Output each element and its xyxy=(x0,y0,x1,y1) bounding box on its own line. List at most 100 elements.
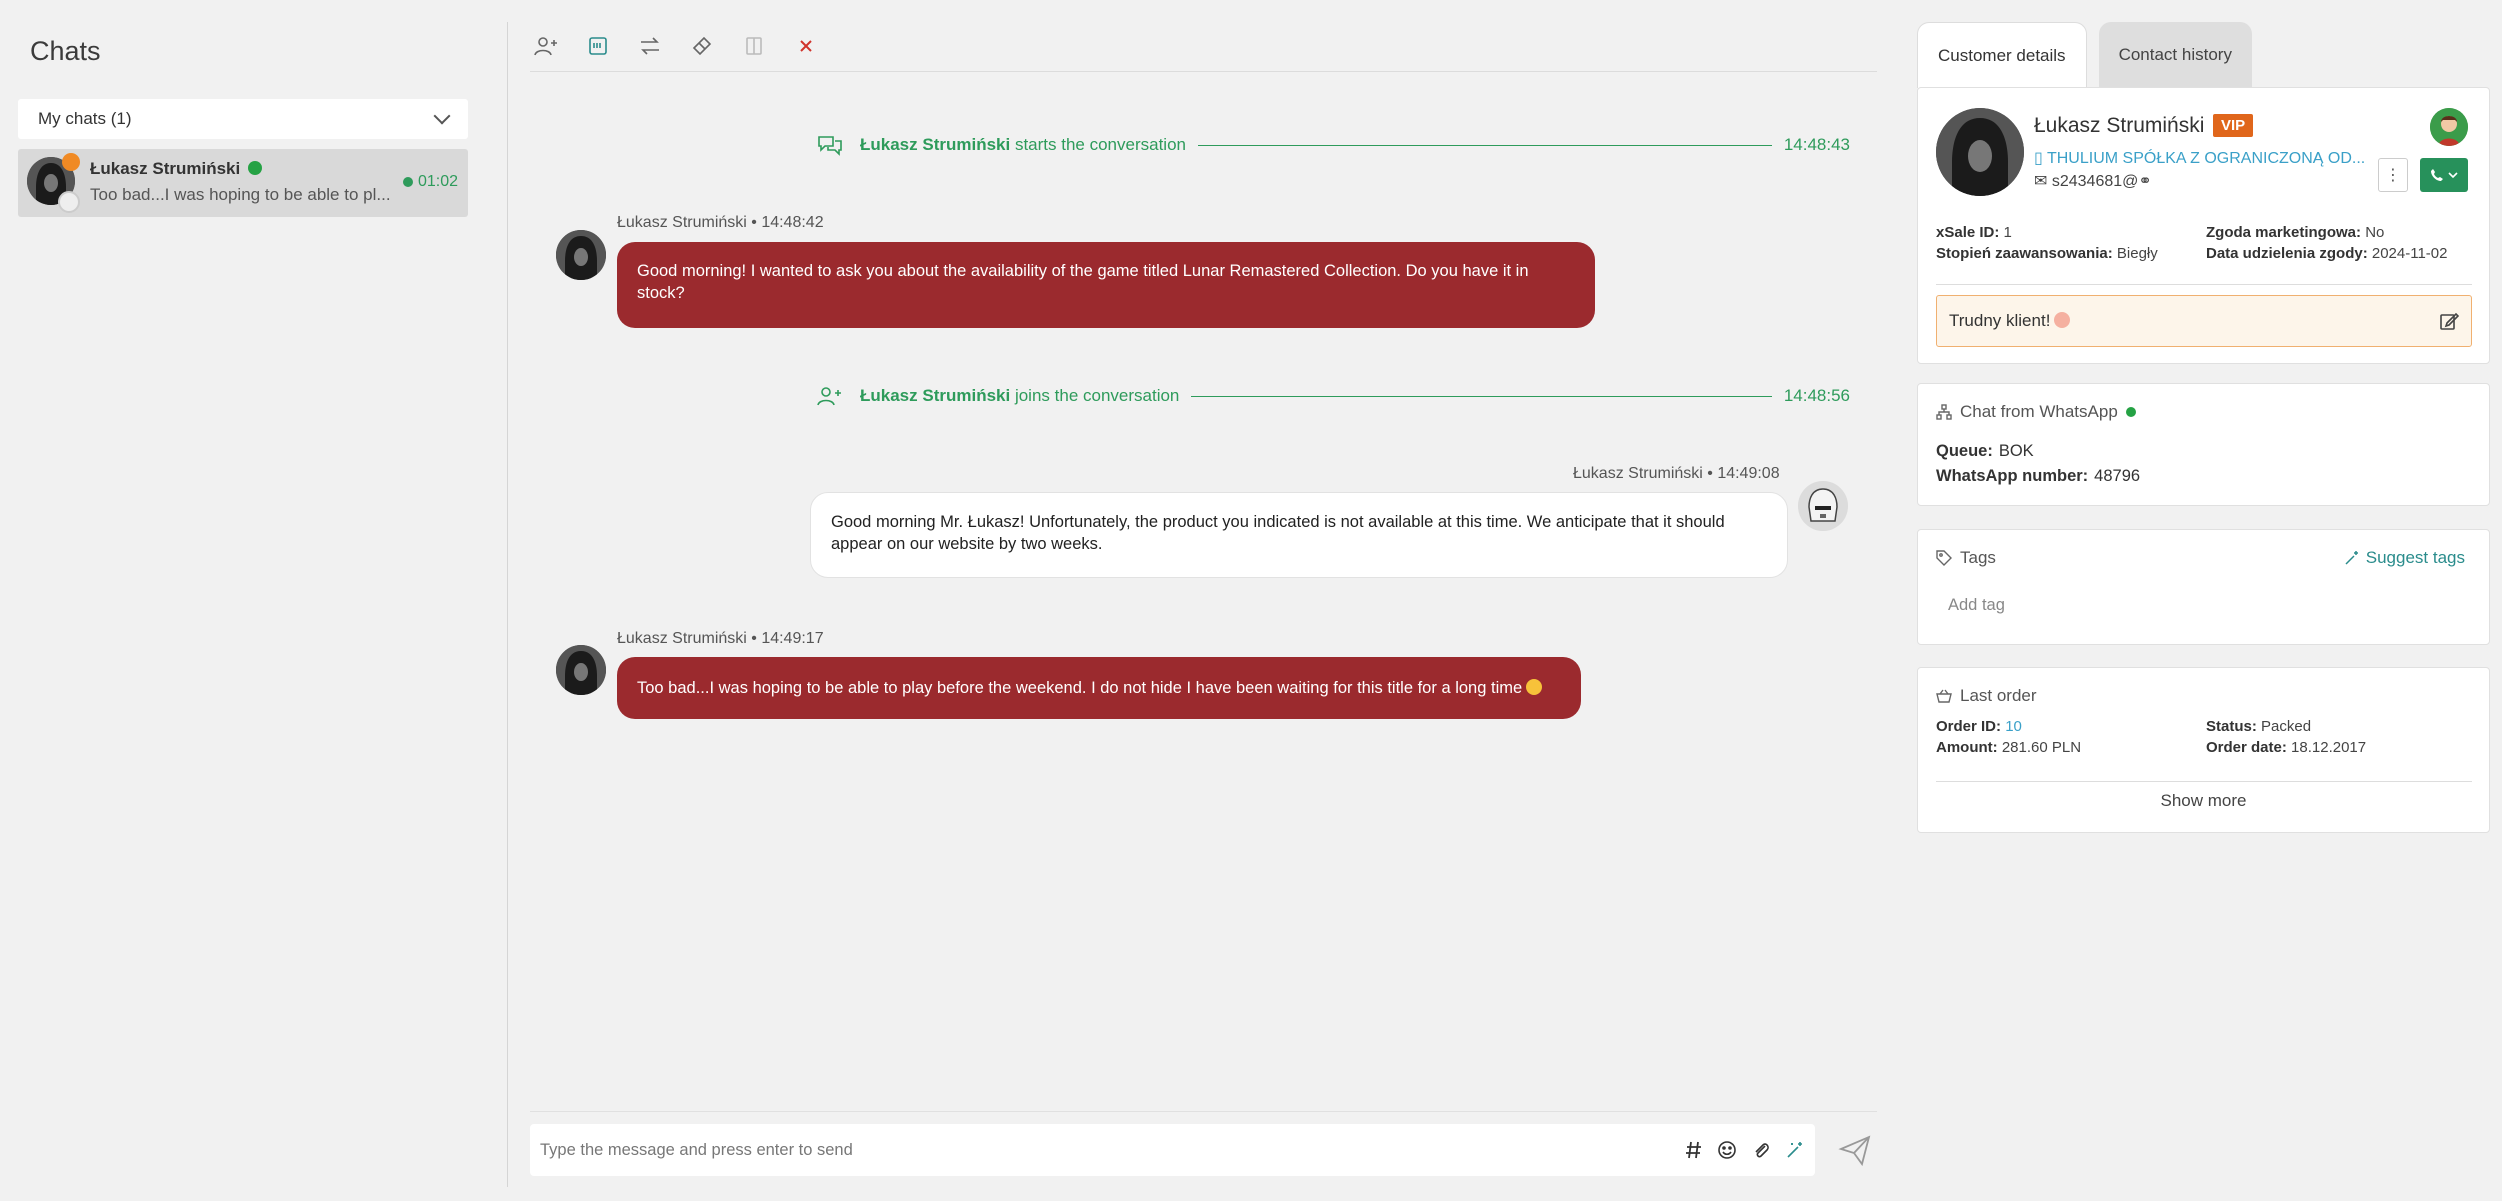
field-value: Packed xyxy=(2261,718,2312,735)
event-name: Łukasz Strumiński xyxy=(860,386,1011,405)
tags-title-text: Tags xyxy=(1960,548,1996,567)
chat-timer-value: 01:02 xyxy=(417,173,458,190)
magic-wand-icon[interactable] xyxy=(1785,1140,1805,1160)
customer-note: Trudny klient! xyxy=(1936,295,2472,347)
online-dot-icon xyxy=(402,177,413,187)
event-start: Łukasz Strumiński starts the conversatio… xyxy=(816,130,1850,160)
send-icon[interactable] xyxy=(1838,1133,1872,1167)
ticket-button[interactable] xyxy=(686,30,718,62)
add-user-button[interactable] xyxy=(530,30,562,62)
toolbar-divider xyxy=(530,71,1877,72)
event-join: Łukasz Strumiński joins the conversation… xyxy=(816,381,1850,411)
chat-name: Łukasz Strumiński xyxy=(90,159,241,178)
tab-customer-details[interactable]: Customer details xyxy=(1917,22,2087,88)
field-label: WhatsApp number: xyxy=(1936,467,2089,485)
suggest-tags-label: Suggest tags xyxy=(2365,548,2465,567)
field-value: 2024-11-02 xyxy=(2371,245,2448,262)
customer-contact: ✉ s2434681@⚭ xyxy=(2034,171,2152,191)
field-label: Order ID: xyxy=(1936,718,2002,735)
message-bubble: Too bad...I was hoping to be able to pla… xyxy=(617,657,1581,719)
order-title: Last order xyxy=(1936,686,2037,706)
chat-timer: 01:02 xyxy=(402,173,458,191)
order-id-link[interactable]: 10 xyxy=(2005,718,2022,735)
avatar xyxy=(556,230,606,280)
suggest-tags-button[interactable]: Suggest tags xyxy=(2344,548,2465,568)
field-label: Amount: xyxy=(1936,739,1998,756)
field-label: Status: xyxy=(2206,718,2257,735)
order-fields: Order ID: 10 Status: Packed Amount: 281.… xyxy=(1936,718,2476,760)
field-value: Biegły xyxy=(2116,245,2158,262)
customer-fields: xSale ID: 1 Zgoda marketingowa: No Stopi… xyxy=(1936,224,2476,266)
call-button[interactable] xyxy=(2420,158,2468,192)
building-icon: ▯ xyxy=(2034,150,2047,167)
my-chats-dropdown[interactable]: My chats (1) xyxy=(18,99,468,139)
order-title-text: Last order xyxy=(1960,686,2037,705)
message-meta: Łukasz Strumiński • 14:48:42 xyxy=(617,214,824,231)
message-bubble: Good morning! I wanted to ask you about … xyxy=(617,242,1595,328)
channel-title: Chat from WhatsApp xyxy=(1936,402,2136,422)
sidebar-title: Chats xyxy=(30,36,101,66)
composer xyxy=(530,1124,1815,1176)
event-time: 14:48:56 xyxy=(1783,386,1850,405)
paperclip-icon[interactable] xyxy=(1751,1140,1771,1160)
agent-avatar-icon xyxy=(58,191,80,213)
chat-list-item[interactable]: Łukasz Strumiński Too bad...I was hoping… xyxy=(18,149,468,217)
message-meta: Łukasz Strumiński • 14:49:17 xyxy=(617,630,824,647)
field-label: Stopień zaawansowania: xyxy=(1936,245,2113,262)
customer-name: Łukasz Strumiński xyxy=(2034,114,2205,137)
tab-contact-history[interactable]: Contact history xyxy=(2098,22,2252,88)
field-label: Order date: xyxy=(2206,739,2287,756)
quote-button[interactable] xyxy=(582,30,614,62)
field-value: 281.60 PLN xyxy=(2001,739,2082,756)
avatar xyxy=(556,645,606,695)
chat-bubble-icon xyxy=(818,136,842,156)
add-tag-input[interactable]: Add tag xyxy=(1948,596,2005,615)
event-line xyxy=(1197,144,1772,146)
chevron-down-icon xyxy=(2448,172,2458,179)
envelope-icon: ✉ xyxy=(2034,173,2052,190)
field-value: 18.12.2017 xyxy=(2291,739,2367,756)
field-value: 1 xyxy=(2003,224,2012,241)
whatsapp-number-field: WhatsApp number: 48796 xyxy=(1936,467,2140,486)
composer-divider xyxy=(530,1111,1877,1112)
field-value: BOK xyxy=(1998,442,2034,460)
message-input[interactable] xyxy=(540,1140,1685,1160)
field-value: No xyxy=(2365,224,2385,241)
edit-icon[interactable] xyxy=(2439,311,2459,331)
event-time: 14:48:43 xyxy=(1783,135,1850,154)
avatar xyxy=(1798,481,1848,531)
field-value: 48796 xyxy=(2094,467,2141,485)
tags-title: Tags xyxy=(1936,548,1996,568)
crown-icon xyxy=(62,153,80,171)
field-label: Queue: xyxy=(1936,442,1993,460)
divider xyxy=(1936,781,2472,782)
customer-avatar xyxy=(1936,108,2024,196)
whatsapp-icon xyxy=(248,161,262,175)
close-icon[interactable] xyxy=(790,30,822,62)
emoji-icon[interactable] xyxy=(1717,1140,1737,1160)
tag-icon xyxy=(1936,550,1952,566)
transfer-button[interactable] xyxy=(634,30,666,62)
field-label: xSale ID: xyxy=(1936,224,2000,241)
emoji-icon xyxy=(2054,312,2071,328)
magic-wand-icon xyxy=(2345,551,2358,565)
customer-contact-value: s2434681@ xyxy=(2051,173,2139,190)
show-more-button[interactable]: Show more xyxy=(1918,791,2489,811)
divider xyxy=(1936,284,2472,285)
event-name: Łukasz Strumiński xyxy=(860,135,1011,154)
event-text: joins the conversation xyxy=(1014,386,1180,405)
customer-card: Łukasz Strumiński VIP ▯ THULIUM SPÓŁKA Z… xyxy=(1917,87,2490,364)
more-options-button[interactable]: ⋮ xyxy=(2378,158,2408,192)
message-text: Too bad...I was hoping to be able to pla… xyxy=(637,679,1523,697)
divider xyxy=(507,22,508,1187)
chevron-down-icon xyxy=(433,107,451,125)
agent-avatar xyxy=(2430,108,2468,146)
link-icon[interactable]: ⚭ xyxy=(2138,173,2151,190)
company-name: THULIUM SPÓŁKA Z OGRANICZONĄ OD... xyxy=(2046,150,2364,167)
flushed-emoji-icon xyxy=(1526,679,1543,695)
company-link[interactable]: ▯ THULIUM SPÓŁKA Z OGRANICZONĄ OD... xyxy=(2034,148,2364,168)
ban-button[interactable] xyxy=(738,30,770,62)
phone-icon xyxy=(2431,169,2443,181)
hashtag-icon[interactable] xyxy=(1685,1140,1703,1160)
channel-title-text: Chat from WhatsApp xyxy=(1960,402,2118,421)
